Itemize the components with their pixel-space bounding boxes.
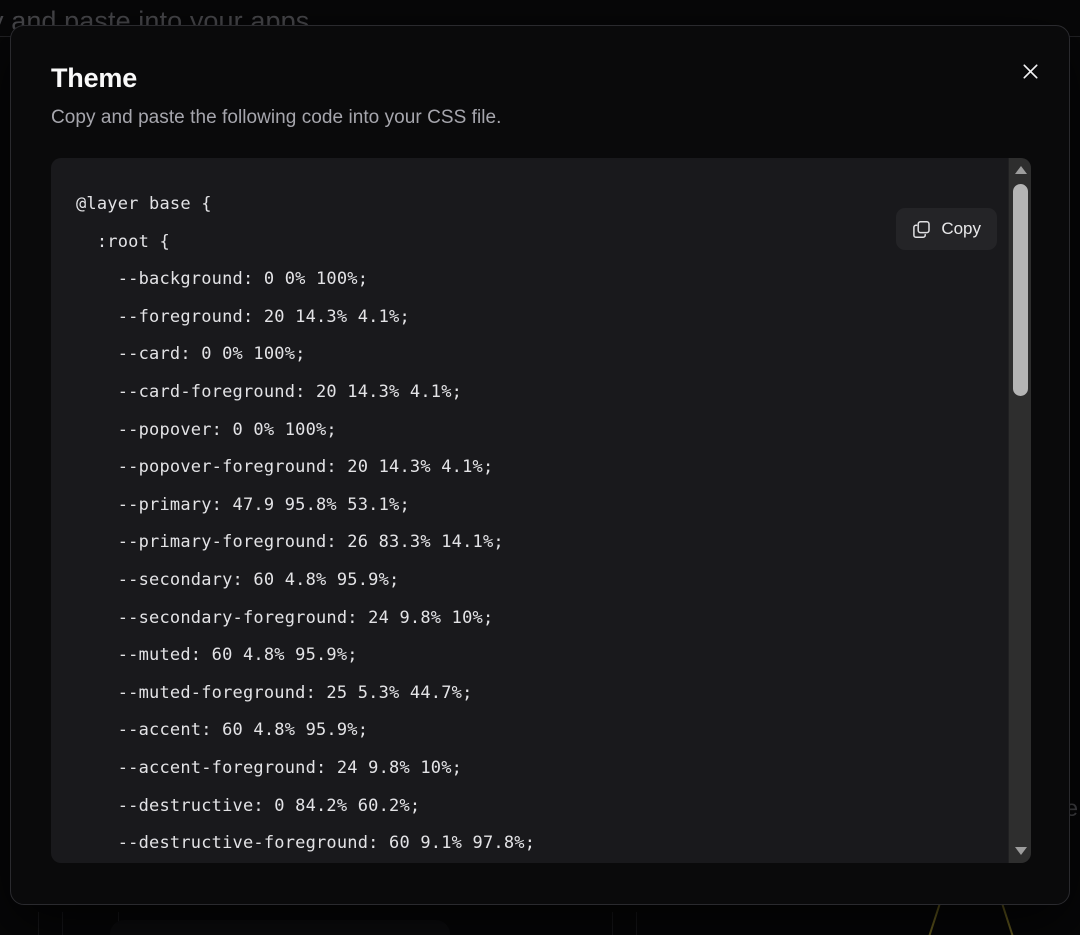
- code-line: --muted-foreground: 25 5.3% 44.7%;: [76, 682, 473, 703]
- background-vertical-divider: [612, 912, 613, 935]
- dialog-description: Copy and paste the following code into y…: [51, 107, 502, 128]
- scrollbar-down-arrow[interactable]: [1009, 841, 1031, 861]
- code-line: --muted: 60 4.8% 95.9%;: [76, 645, 358, 666]
- background-card: [110, 920, 450, 935]
- code-line: --secondary-foreground: 24 9.8% 10%;: [76, 607, 494, 628]
- code-line: :root {: [76, 231, 170, 252]
- code-line: --destructive-foreground: 60 9.1% 97.8%;: [76, 833, 536, 854]
- background-vertical-divider: [62, 912, 63, 935]
- copy-icon: [912, 220, 931, 239]
- code-line: --primary-foreground: 26 83.3% 14.1%;: [76, 532, 504, 553]
- screen-root: y and paste into your apps. e Theme Copy…: [0, 0, 1080, 935]
- chevron-down-icon: [1014, 847, 1027, 855]
- code-line: --card-foreground: 20 14.3% 4.1%;: [76, 381, 463, 402]
- code-line: @layer base {: [76, 194, 212, 214]
- background-vertical-divider: [38, 912, 39, 935]
- theme-dialog: Theme Copy and paste the following code …: [10, 25, 1070, 905]
- code-line: --accent: 60 4.8% 95.9%;: [76, 720, 369, 741]
- background-vertical-divider: [636, 912, 637, 935]
- code-line: --foreground: 20 14.3% 4.1%;: [76, 306, 410, 327]
- code-line: --accent-foreground: 24 9.8% 10%;: [76, 757, 463, 778]
- code-line: --popover-foreground: 20 14.3% 4.1%;: [76, 457, 494, 478]
- code-scrollbar[interactable]: [1008, 158, 1031, 863]
- code-scroll-area[interactable]: @layer base { :root { --background: 0 0%…: [51, 158, 1008, 863]
- code-line: --card: 0 0% 100%;: [76, 344, 306, 365]
- chevron-up-icon: [1014, 166, 1027, 174]
- close-icon: [1021, 62, 1040, 81]
- code-block: @layer base { :root { --background: 0 0%…: [51, 158, 1031, 863]
- close-button[interactable]: [1013, 54, 1047, 88]
- copy-button-label: Copy: [941, 219, 981, 238]
- code-line: --secondary: 60 4.8% 95.9%;: [76, 569, 400, 590]
- accent-line-left: [921, 900, 942, 935]
- background-accent-mark: [880, 900, 1080, 935]
- code-line: --destructive: 0 84.2% 60.2%;: [76, 795, 421, 816]
- dialog-title: Theme: [51, 63, 138, 93]
- code-line: --background: 0 0% 100%;: [76, 269, 369, 290]
- code-line: --popover: 0 0% 100%;: [76, 419, 337, 440]
- scrollbar-up-arrow[interactable]: [1009, 160, 1031, 180]
- copy-button[interactable]: Copy: [896, 208, 997, 250]
- accent-line-right: [1000, 900, 1021, 935]
- scrollbar-thumb[interactable]: [1013, 184, 1028, 396]
- code-line: --primary: 47.9 95.8% 53.1%;: [76, 494, 410, 515]
